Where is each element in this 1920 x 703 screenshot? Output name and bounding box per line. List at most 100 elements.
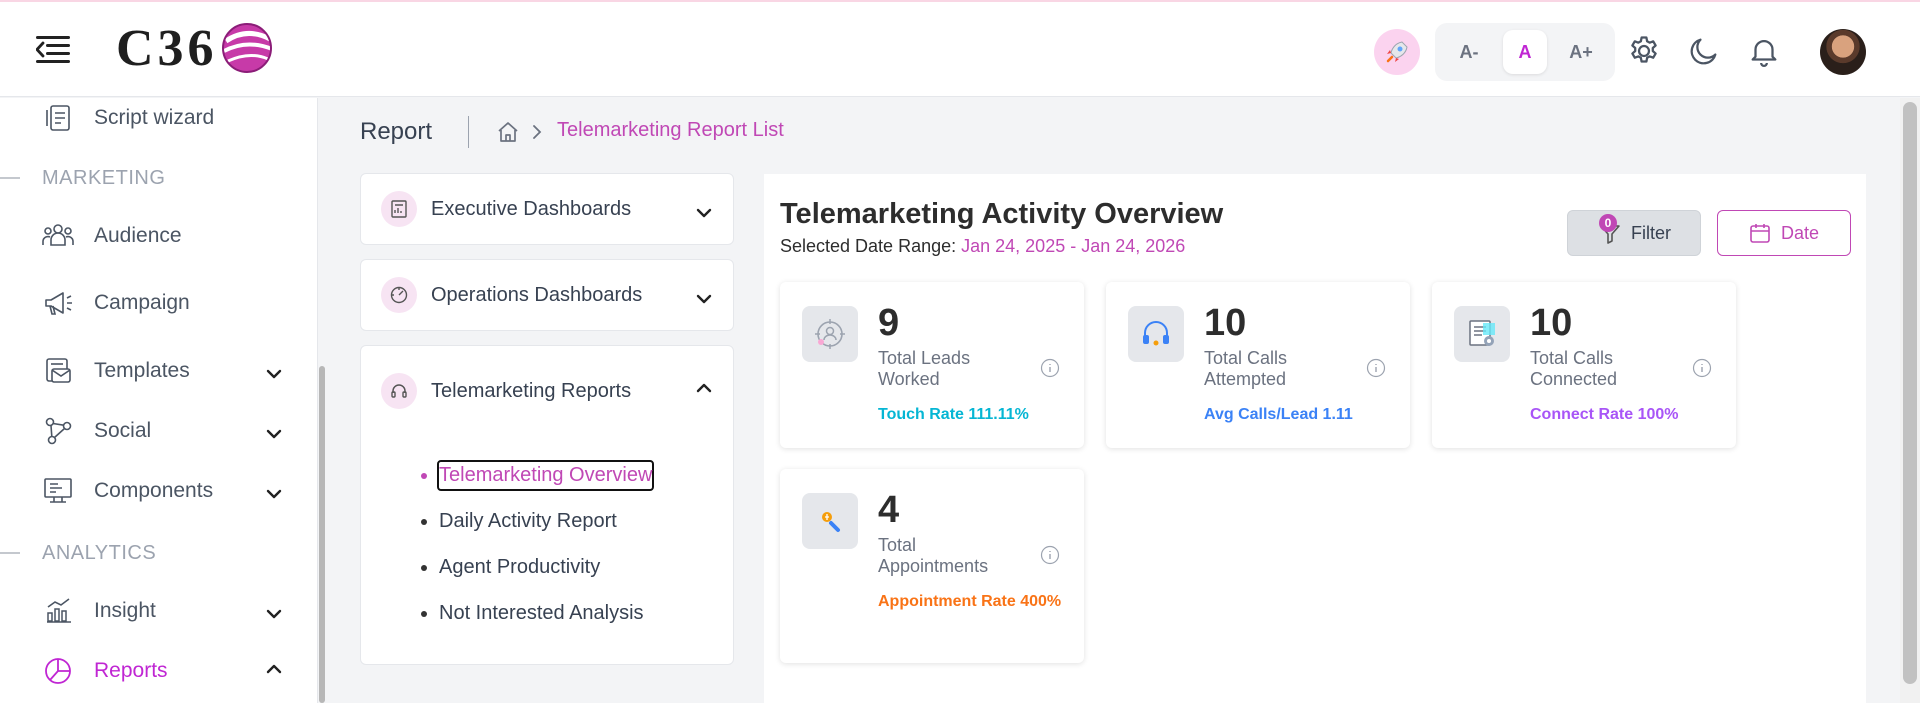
- calendar-icon: [1750, 224, 1770, 243]
- dark-mode-moon-icon[interactable]: [1687, 34, 1721, 68]
- bell-icon[interactable]: [1747, 34, 1781, 68]
- accordion-header[interactable]: Operations Dashboards: [381, 277, 642, 313]
- sidebar-scrollbar[interactable]: [318, 98, 326, 703]
- main-content: Report Telemarketing Report List Executi…: [326, 98, 1900, 703]
- panel-title: Telemarketing Activity Overview: [780, 198, 1224, 230]
- pie-chart-icon: [40, 653, 76, 689]
- info-icon[interactable]: [1040, 545, 1060, 565]
- stat-subtext: Avg Calls/Lead 1.11: [1204, 406, 1353, 423]
- chevron-down-icon[interactable]: [263, 363, 285, 385]
- report-link-daily-activity[interactable]: Daily Activity Report: [421, 498, 654, 544]
- info-icon[interactable]: [1692, 358, 1712, 378]
- sidebar-scrollbar-thumb[interactable]: [319, 366, 325, 703]
- font-size-controls: A- A A+: [1435, 23, 1615, 81]
- user-avatar[interactable]: [1820, 29, 1866, 75]
- stat-card-calls-connected: 10 Total Calls Connected Connect Rate 10…: [1432, 282, 1736, 448]
- filter-count-badge: 0: [1599, 214, 1617, 232]
- stat-label: Total Calls Attempted: [1204, 348, 1288, 389]
- info-icon[interactable]: [1366, 358, 1386, 378]
- headphones-icon: [1128, 306, 1184, 362]
- accordion-header[interactable]: Executive Dashboards: [381, 191, 631, 227]
- stat-value: 10: [1204, 302, 1247, 344]
- filter-icon: 0: [1597, 214, 1623, 246]
- components-monitor-icon: [40, 473, 76, 509]
- accordion-executive-dashboards[interactable]: Executive Dashboards: [360, 173, 734, 245]
- script-wizard-icon: [40, 100, 76, 136]
- report-link-list: Telemarketing Overview Daily Activity Re…: [421, 452, 655, 636]
- social-network-icon: [40, 413, 76, 449]
- report-link-agent-productivity[interactable]: Agent Productivity: [421, 544, 654, 590]
- dashboard-report-icon: [381, 191, 417, 227]
- sidebar-item-label: Social: [94, 419, 152, 442]
- stat-card-calls-attempted: 10 Total Calls Attempted Avg Calls/Lead …: [1106, 282, 1410, 448]
- audience-group-icon: [40, 218, 76, 254]
- font-decrease-button[interactable]: A-: [1447, 30, 1491, 74]
- sidebar-item-reports[interactable]: Reports: [40, 651, 168, 691]
- sidebar-item-audience[interactable]: Audience: [40, 216, 182, 256]
- sidebar-item-label: Audience: [94, 224, 182, 247]
- stat-subtext: Appointment Rate 400%: [878, 593, 1062, 610]
- globe-logo-icon: [221, 23, 273, 73]
- sidebar-item-components[interactable]: Components: [40, 471, 213, 511]
- chevron-down-icon[interactable]: [263, 603, 285, 625]
- sidebar-item-insight[interactable]: Insight: [40, 591, 156, 631]
- home-icon[interactable]: [496, 120, 520, 144]
- date-range-value: Jan 24, 2025 - Jan 24, 2026: [961, 236, 1186, 256]
- sidebar-item-script-wizard[interactable]: Script wizard: [40, 98, 214, 138]
- stat-card-leads-worked: 9 Total Leads Worked Touch Rate 111.11%: [780, 282, 1084, 448]
- quick-launch-button[interactable]: [1374, 29, 1420, 75]
- info-icon[interactable]: [1040, 358, 1060, 378]
- headset-icon: [381, 373, 417, 409]
- chevron-down-icon[interactable]: [263, 423, 285, 445]
- brand-logo[interactable]: C36: [116, 19, 274, 77]
- chevron-right-icon: [533, 125, 542, 139]
- font-increase-button[interactable]: A+: [1559, 30, 1603, 74]
- chevron-down-icon: [696, 208, 712, 218]
- stat-value: 10: [1530, 302, 1573, 344]
- sidebar-item-label: Campaign: [94, 291, 190, 314]
- chevron-up-icon[interactable]: [263, 658, 285, 680]
- accordion-operations-dashboards[interactable]: Operations Dashboards: [360, 259, 734, 331]
- sidebar-item-templates[interactable]: Templates: [40, 351, 190, 391]
- page-scrollbar-thumb[interactable]: [1903, 102, 1917, 684]
- templates-icon: [40, 353, 76, 389]
- sidebar-item-label: Reports: [94, 659, 168, 682]
- logo-text: C36: [116, 19, 218, 77]
- sidebar-item-label: Templates: [94, 359, 190, 382]
- sidebar: Script wizard MARKETING Audience Campaig…: [0, 98, 318, 703]
- report-link-not-interested[interactable]: Not Interested Analysis: [421, 590, 654, 636]
- sidebar-item-social[interactable]: Social: [40, 411, 151, 451]
- stat-subtext: Connect Rate 100%: [1530, 406, 1679, 423]
- insight-chart-icon: [40, 593, 76, 629]
- filter-button[interactable]: 0 Filter: [1567, 210, 1701, 256]
- page-title: Report: [360, 118, 433, 145]
- stat-value: 9: [878, 302, 900, 344]
- accordion-label: Executive Dashboards: [431, 197, 632, 220]
- sidebar-item-label: Insight: [94, 599, 156, 622]
- accordion-label: Operations Dashboards: [431, 283, 643, 306]
- accordion-telemarketing-reports[interactable]: Telemarketing Reports Telemarketing Over…: [360, 345, 734, 665]
- breadcrumb-report-list[interactable]: Telemarketing Report List: [557, 119, 784, 142]
- stat-card-appointments: 4 Total Appointments Appointment Rate 40…: [780, 469, 1084, 663]
- section-analytics: ANALYTICS: [0, 541, 156, 565]
- page-scrollbar[interactable]: [1900, 98, 1920, 703]
- connected-report-icon: [1454, 306, 1510, 362]
- font-normal-button[interactable]: A: [1503, 30, 1547, 74]
- date-range-text: Selected Date Range: Jan 24, 2025 - Jan …: [780, 236, 1186, 256]
- title-divider: [468, 116, 469, 148]
- chevron-up-icon: [696, 383, 712, 393]
- stat-label: Total Calls Connected: [1530, 348, 1618, 389]
- date-picker-button[interactable]: Date: [1717, 210, 1851, 256]
- sidebar-item-label: Script wizard: [94, 106, 215, 129]
- menu-collapse-icon[interactable]: [36, 34, 72, 64]
- accordion-header[interactable]: Telemarketing Reports: [381, 373, 631, 409]
- sidebar-item-campaign[interactable]: Campaign: [40, 283, 190, 323]
- stat-subtext: Touch Rate 111.11%: [878, 406, 1029, 423]
- section-marketing: MARKETING: [0, 166, 165, 190]
- gear-icon[interactable]: [1627, 34, 1661, 68]
- report-link-telemarketing-overview[interactable]: Telemarketing Overview: [421, 452, 655, 498]
- accordion-label: Telemarketing Reports: [431, 379, 632, 402]
- stat-label: Total Appointments: [878, 535, 989, 576]
- target-user-icon: [802, 306, 858, 362]
- chevron-down-icon[interactable]: [263, 483, 285, 505]
